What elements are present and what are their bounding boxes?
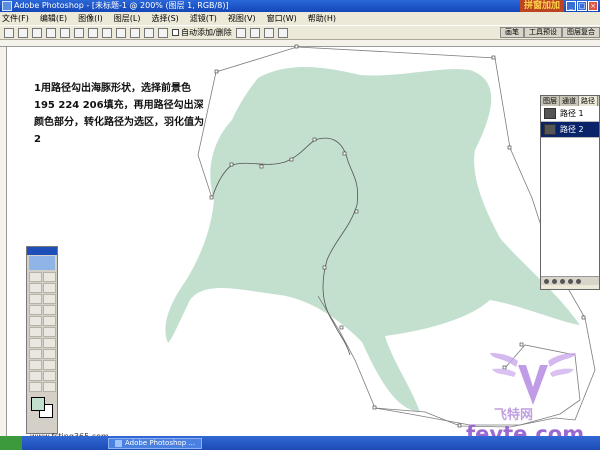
tab-paths[interactable]: 路径 — [579, 96, 598, 106]
blur-tool[interactable] — [29, 338, 42, 348]
start-button[interactable] — [0, 436, 22, 450]
tool-grid — [27, 271, 57, 393]
taskbar: Adobe Photoshop ... — [0, 436, 600, 450]
notes-tool[interactable] — [29, 371, 42, 381]
paths-palette-tabs: 图层 通道 路径 — [541, 96, 599, 106]
eraser-tool[interactable] — [29, 327, 42, 337]
new-path-icon[interactable] — [568, 278, 573, 284]
paths-palette: 图层 通道 路径 路径 1 路径 2 — [540, 95, 600, 290]
path-item[interactable]: 路径 2 — [541, 122, 599, 138]
path-selection-tool[interactable] — [29, 349, 42, 359]
shape-tool[interactable] — [43, 360, 56, 370]
toolbox-title-bar[interactable] — [27, 247, 57, 255]
tab-layers[interactable]: 图层 — [541, 96, 560, 106]
lasso-tool[interactable] — [29, 283, 42, 293]
photoshop-task-icon — [115, 439, 122, 447]
pen-tool[interactable] — [29, 360, 42, 370]
watermark-site-cn: 飞特网 — [494, 408, 534, 423]
zoom-tool[interactable] — [43, 382, 56, 392]
delete-path-icon[interactable] — [576, 278, 581, 284]
move-tool[interactable] — [43, 272, 56, 282]
hand-tool[interactable] — [29, 382, 42, 392]
paths-palette-footer — [541, 276, 599, 285]
load-selection-icon[interactable] — [560, 278, 565, 284]
path-thumbnail-icon — [544, 108, 556, 119]
slice-tool[interactable] — [43, 294, 56, 304]
paths-list: 路径 1 路径 2 — [541, 106, 599, 276]
color-swatches — [27, 395, 57, 421]
photoshop-logo-icon — [29, 256, 55, 270]
taskbar-item-label: Adobe Photoshop ... — [125, 438, 196, 447]
path-thumbnail-icon — [544, 124, 556, 135]
toolbox — [26, 246, 58, 434]
foreground-color-swatch[interactable] — [31, 397, 45, 411]
eyedropper-tool[interactable] — [43, 371, 56, 381]
tutorial-instructions: 1用路径勾出海豚形状，选择前景色195 224 206填充，再用路径勾出深颜色部… — [34, 83, 204, 145]
history-brush-tool[interactable] — [43, 316, 56, 326]
path-item-label: 路径 1 — [560, 109, 584, 118]
healing-brush-tool[interactable] — [29, 305, 42, 315]
brush-tool[interactable] — [43, 305, 56, 315]
dodge-tool[interactable] — [43, 338, 56, 348]
stroke-path-icon[interactable] — [552, 278, 557, 284]
tab-channels[interactable]: 通道 — [560, 96, 579, 106]
magic-wand-tool[interactable] — [43, 283, 56, 293]
fill-path-icon[interactable] — [544, 278, 549, 284]
path-item[interactable]: 路径 1 — [541, 106, 599, 122]
crop-tool[interactable] — [29, 294, 42, 304]
gradient-tool[interactable] — [43, 327, 56, 337]
path-item-label: 路径 2 — [560, 125, 584, 134]
marquee-tool[interactable] — [29, 272, 42, 282]
taskbar-item-photoshop[interactable]: Adobe Photoshop ... — [108, 437, 203, 449]
clone-stamp-tool[interactable] — [29, 316, 42, 326]
type-tool[interactable] — [43, 349, 56, 359]
